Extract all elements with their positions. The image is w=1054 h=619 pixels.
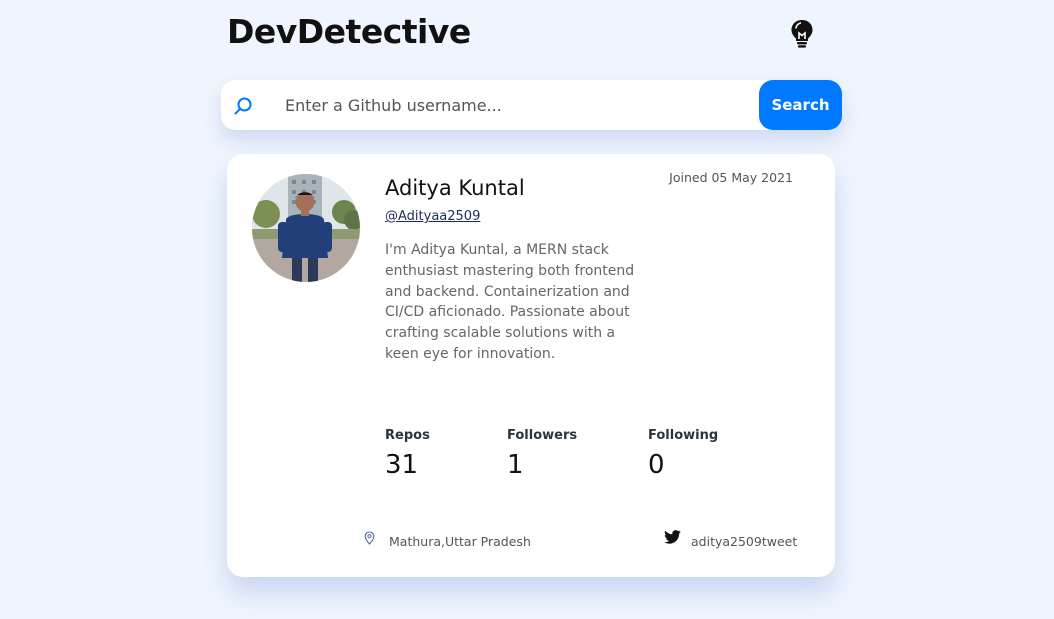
search-icon — [234, 97, 252, 115]
twitter-handle[interactable]: aditya2509tweet — [691, 534, 797, 549]
profile-card: Aditya Kuntal Joined 05 May 2021 @Aditya… — [227, 154, 835, 577]
joined-date: Joined 05 May 2021 — [669, 170, 793, 185]
search-input[interactable] — [285, 90, 755, 120]
repos-label: Repos — [385, 428, 430, 443]
repos-value: 31 — [385, 450, 419, 480]
location-text: Mathura,Uttar Pradesh — [389, 534, 531, 549]
theme-toggle-button[interactable] — [788, 18, 816, 50]
twitter-icon — [664, 530, 681, 544]
app-title: DevDetective — [227, 12, 471, 51]
profile-name: Aditya Kuntal — [385, 176, 525, 200]
search-bar: Search — [221, 80, 842, 130]
following-value: 0 — [648, 450, 665, 480]
following-label: Following — [648, 428, 719, 443]
lightbulb-icon — [791, 20, 813, 48]
avatar — [252, 174, 360, 282]
profile-handle-link[interactable]: @Adityaa2509 — [385, 209, 480, 224]
search-button[interactable]: Search — [759, 80, 842, 130]
profile-bio: I'm Aditya Kuntal, a MERN stack enthusia… — [385, 242, 635, 362]
followers-value: 1 — [507, 450, 524, 480]
location-pin-icon — [364, 531, 375, 545]
followers-label: Followers — [507, 428, 578, 443]
